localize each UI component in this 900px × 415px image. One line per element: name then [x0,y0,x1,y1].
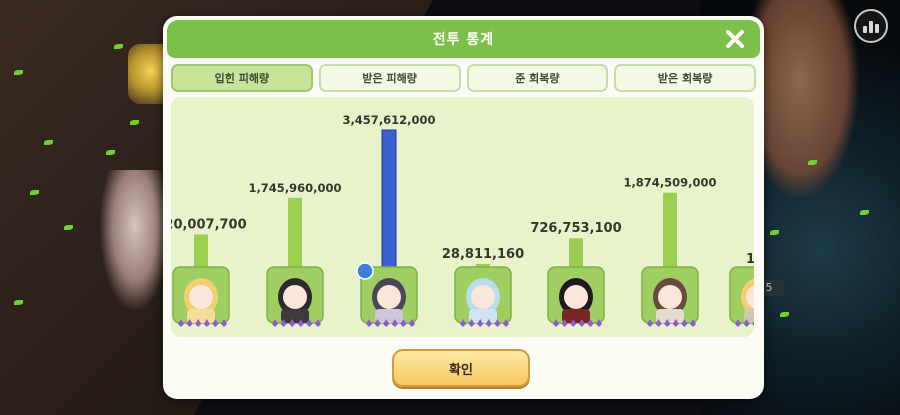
character-outfit [187,309,215,323]
leaf-particle [770,230,779,235]
damage-bar [663,192,677,267]
leaf-particle [130,120,139,125]
character-outfit [562,309,590,323]
character-outfit [656,309,684,323]
character-face [189,285,213,309]
character-face [658,285,682,309]
damage-value-label: 726,753,100 [530,221,621,236]
leaf-particle [106,150,115,155]
dialog-title: 전투 통계 [432,32,495,48]
leaf-particle [780,312,789,317]
character-outfit [375,309,403,323]
tab-damage-taken[interactable]: 받은 피해량 [318,64,461,92]
tab-damage-dealt[interactable]: 입힌 피해량 [171,64,313,92]
damage-value-label: 820,007,700 [171,218,247,233]
character-face [377,285,401,309]
damage-value-label: 18,( [746,252,754,267]
leaf-particle [114,44,123,49]
character-outfit [469,309,497,323]
character-outfit [281,309,309,323]
confirm-button[interactable]: 확인 [392,349,530,387]
stats-tabs: 입힌 피해량 받은 피해량 준 회복량 받은 회복량 [171,64,756,92]
damage-bar-chart: 820,007,700 1,745,960,000 3,457,612,000 28,… [171,113,754,327]
damage-bar [288,197,302,267]
damage-bar [194,234,208,267]
close-icon[interactable] [722,26,748,52]
leaf-particle [44,140,53,145]
battle-stats-dialog: 전투 통계 입힌 피해량 받은 피해량 준 회복량 받은 회복량 820,007… [163,16,764,399]
leaf-particle [30,190,39,195]
character-face [564,285,588,309]
leaf-particle [14,300,23,305]
leaf-particle [860,210,869,215]
damage-value-label: 28,811,160 [442,247,524,262]
damage-bar [569,238,583,267]
character-face [283,285,307,309]
leaf-particle [808,160,817,165]
leaf-particle [64,225,73,230]
dialog-header: 전투 통계 [167,20,760,58]
damage-value-label: 1,874,509,000 [623,176,716,190]
tab-healing-received[interactable]: 받은 회복량 [614,64,756,92]
stats-chart-icon[interactable] [854,9,888,43]
leaf-particle [14,70,23,75]
stats-panel: 820,007,700 1,745,960,000 3,457,612,000 28,… [171,97,754,337]
damage-bar [381,129,397,268]
background-party [100,170,170,310]
mvp-badge-icon [356,262,374,280]
damage-value-label: 3,457,612,000 [342,113,435,127]
character-face [471,285,495,309]
damage-value-label: 1,745,960,000 [248,181,341,195]
tab-healing-given[interactable]: 준 회복량 [466,64,609,92]
